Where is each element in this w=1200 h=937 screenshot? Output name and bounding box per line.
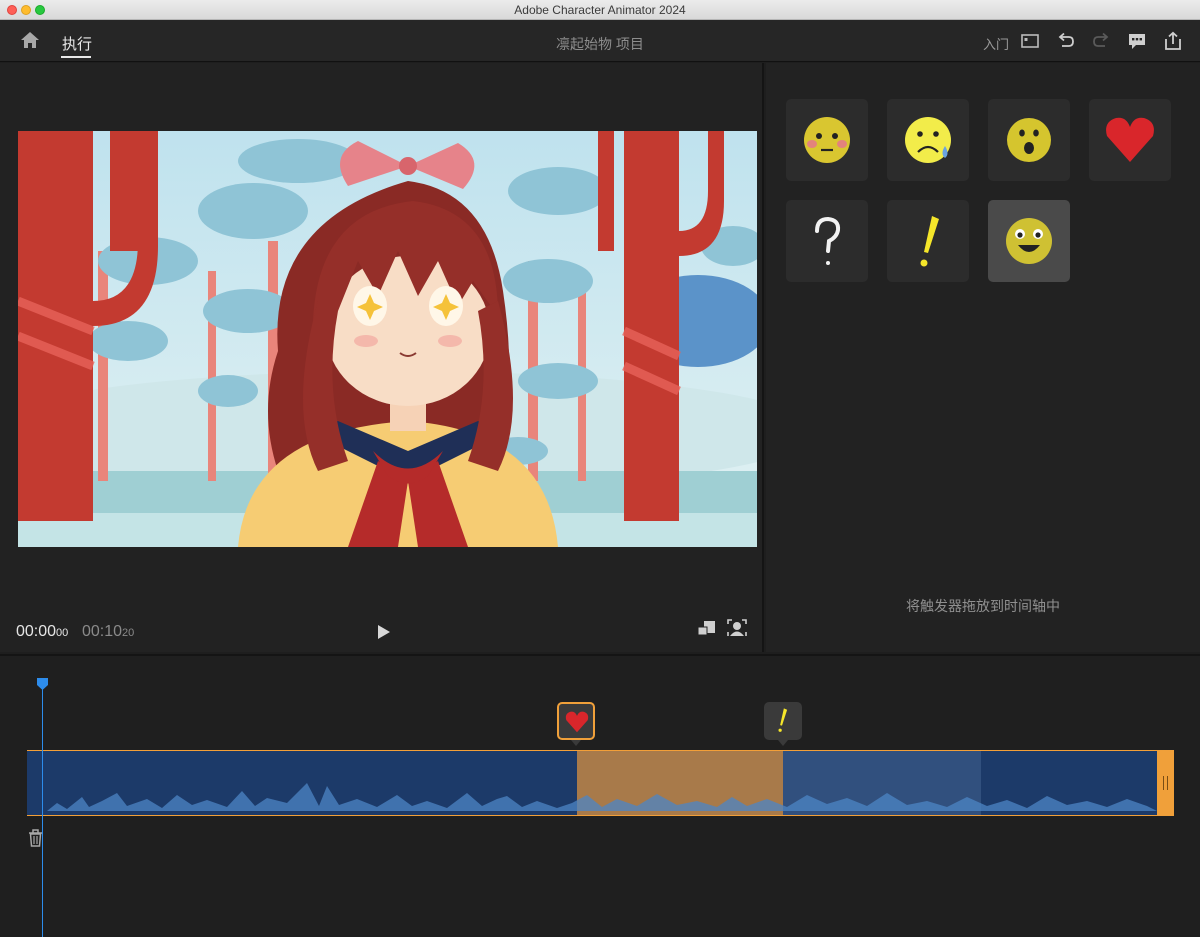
sad-face-icon — [905, 117, 951, 163]
window-title: Adobe Character Animator 2024 — [514, 3, 686, 17]
grip-icon — [1163, 776, 1168, 790]
question-mark-icon — [815, 216, 841, 265]
heart-icon — [1106, 117, 1154, 162]
camera-input-icon[interactable] — [726, 618, 748, 638]
timeline-panel — [0, 654, 1200, 937]
trigger-happy[interactable] — [988, 200, 1070, 282]
timeline-marker-exclamation[interactable] — [764, 702, 802, 740]
active-tab-indicator — [61, 56, 91, 58]
trigger-heart[interactable] — [1089, 99, 1171, 181]
stage-view-icon[interactable] — [696, 618, 718, 638]
exclamation-mark-icon — [778, 708, 788, 732]
app-window: Adobe Character Animator 2024 执行 凛起始物 项目… — [0, 0, 1200, 937]
trigger-exclamation[interactable] — [887, 200, 969, 282]
audio-take-track[interactable] — [27, 750, 1174, 816]
current-time: 00:0000 — [16, 623, 69, 640]
surprised-face-icon — [1007, 118, 1051, 162]
happy-face-icon — [1006, 218, 1052, 264]
undo-icon[interactable] — [1056, 31, 1076, 51]
trash-icon[interactable] — [27, 828, 44, 848]
heart-icon — [565, 711, 589, 733]
playhead-line — [42, 684, 43, 937]
triggers-panel: 将触发器拖放到时间轴中 — [766, 63, 1200, 652]
trigger-question[interactable] — [786, 200, 868, 282]
drop-trigger-hint: 将触发器拖放到时间轴中 — [906, 598, 1060, 614]
share-icon[interactable] — [1163, 31, 1183, 51]
feedback-icon[interactable] — [1127, 31, 1147, 51]
timeline-marker-heart[interactable] — [557, 702, 595, 740]
take-end-handle[interactable] — [1157, 750, 1174, 816]
embarrassed-face-icon — [804, 117, 850, 163]
marker-pointer — [571, 740, 581, 746]
marker-pointer — [778, 740, 788, 746]
title-bar: Adobe Character Animator 2024 — [0, 0, 1200, 20]
redo-icon[interactable] — [1091, 31, 1111, 51]
trigger-embarrassed[interactable] — [786, 99, 868, 181]
panel-layout-icon[interactable] — [1020, 31, 1040, 51]
exclamation-mark-icon — [920, 216, 939, 267]
scene-illustration — [18, 131, 757, 547]
playhead-handle[interactable] — [37, 678, 48, 690]
play-icon[interactable] — [376, 623, 392, 641]
trigger-sad[interactable] — [887, 99, 969, 181]
audio-waveform — [47, 783, 1157, 811]
total-duration: 00:1020 — [82, 623, 135, 640]
getting-started-link[interactable]: 入门 — [983, 34, 1009, 53]
app-header: 执行 凛起始物 项目 入门 — [0, 20, 1200, 62]
stage-panel: 00:0000 00:1020 — [0, 63, 764, 652]
trigger-surprised[interactable] — [988, 99, 1070, 181]
character-scene-preview[interactable] — [18, 131, 757, 547]
